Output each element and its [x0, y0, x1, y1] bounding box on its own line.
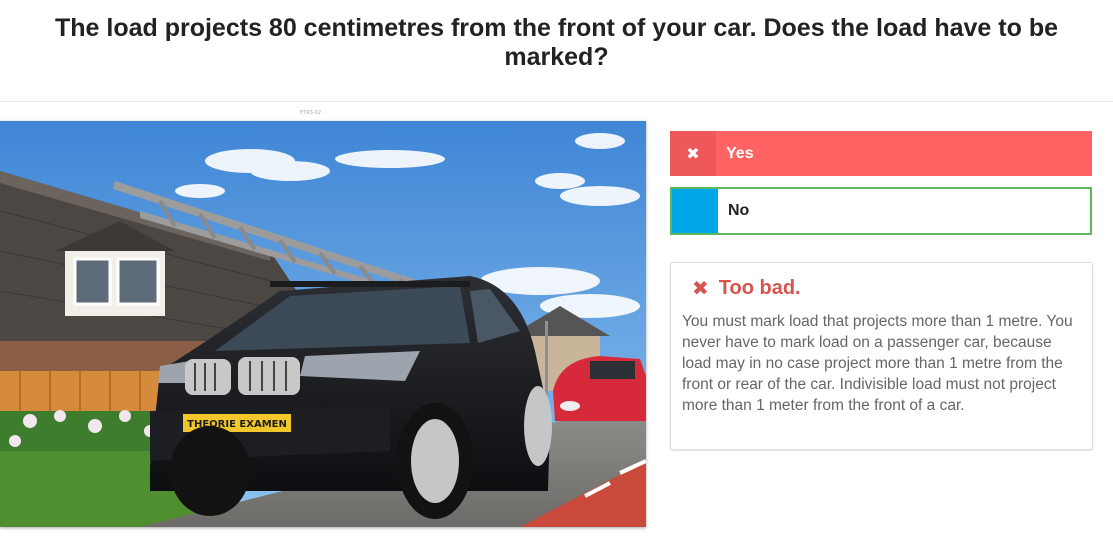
- feedback-heading: ✖ Too bad.: [692, 276, 1082, 301]
- answer-no-button[interactable]: No: [670, 187, 1092, 235]
- close-icon: ✖: [670, 131, 716, 176]
- divider: [0, 101, 1113, 102]
- answer-label: No: [728, 202, 750, 219]
- answer-label: Yes: [726, 144, 754, 162]
- close-icon: ✖: [692, 278, 709, 300]
- selection-marker: [672, 189, 718, 233]
- answer-yes-button[interactable]: ✖ Yes: [670, 131, 1092, 176]
- image-caption: ETRS-02: [300, 110, 322, 116]
- feedback-panel: ✖ Too bad. You must mark load that proje…: [670, 262, 1093, 450]
- feedback-explanation: You must mark load that projects more th…: [682, 313, 1073, 414]
- question-text: The load projects 80 centimetres from th…: [54, 14, 1058, 71]
- question-image: THEORIE EXAMEN: [0, 121, 646, 527]
- feedback-title: Too bad.: [718, 277, 801, 299]
